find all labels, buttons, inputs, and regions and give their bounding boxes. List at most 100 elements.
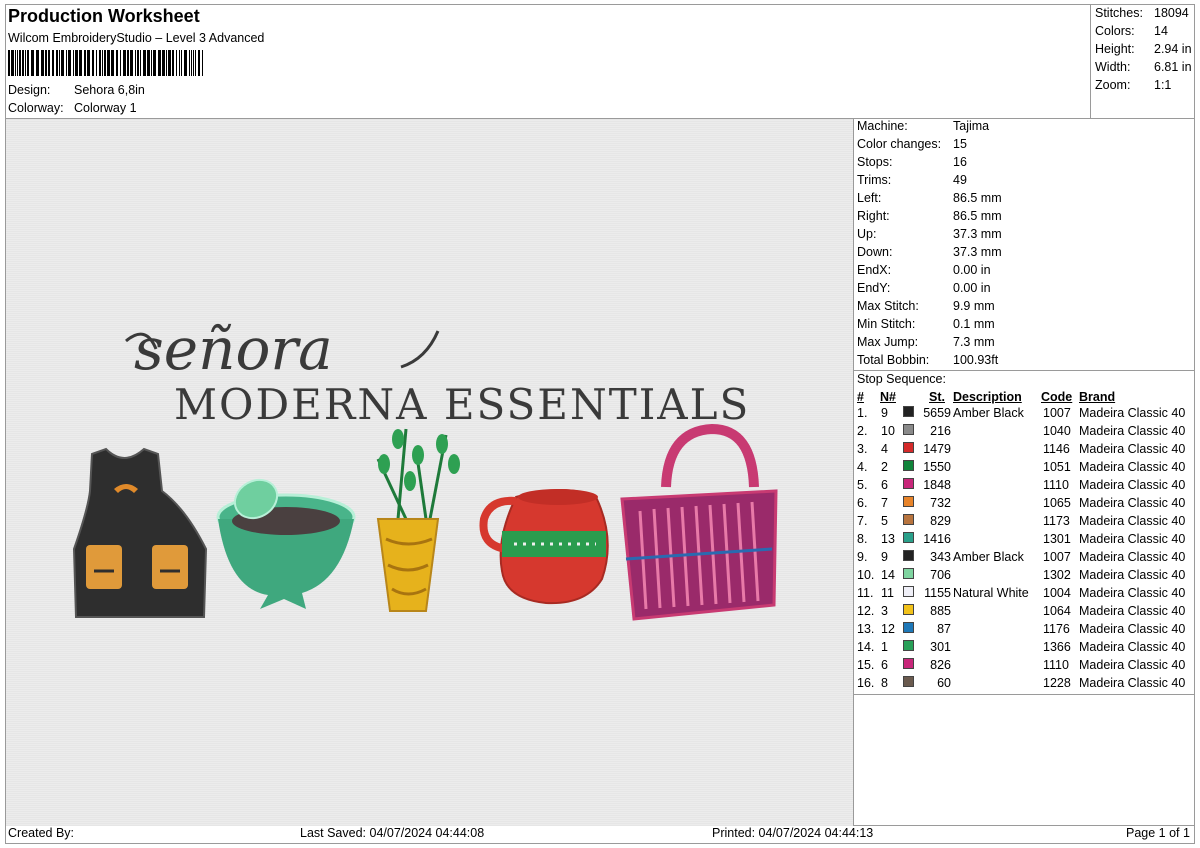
design-value: Sehora 6,8in [74, 83, 145, 97]
plant-basket-icon [376, 428, 460, 612]
stop-code: 1110 [1043, 658, 1069, 672]
color-swatch [903, 676, 914, 687]
stop-brand: Madeira Classic 40 [1079, 424, 1186, 438]
stats-divider [1090, 4, 1091, 118]
molcajete-icon [216, 478, 356, 609]
stop-brand: Madeira Classic 40 [1079, 442, 1186, 456]
stop-num: 14. [857, 640, 875, 654]
machine-row-value: 0.00 in [953, 263, 991, 277]
preview-divider [853, 118, 854, 826]
stop-num: 12. [857, 604, 875, 618]
stop-description: Amber Black [953, 550, 1024, 564]
stop-needle: 7 [881, 496, 888, 510]
col-header-needle: N# [880, 390, 896, 404]
machine-row-value: 49 [953, 173, 967, 187]
stop-stitches: 1550 [923, 460, 951, 474]
machine-row-value: 86.5 mm [953, 209, 1002, 223]
stop-stitches: 1155 [924, 586, 951, 600]
machine-row-label: Machine: [857, 119, 908, 133]
color-swatch [903, 604, 914, 615]
machine-row-value: 37.3 mm [953, 227, 1002, 241]
stop-num: 9. [857, 550, 868, 564]
col-header-stitches: St. [929, 390, 945, 404]
col-header-num: # [857, 390, 864, 404]
page-number: Page 1 of 1 [1126, 826, 1190, 840]
stop-stitches: 1416 [923, 532, 951, 546]
stop-needle: 9 [881, 406, 888, 420]
colorway-label: Colorway: [8, 101, 64, 115]
script-flourish-right [400, 330, 440, 369]
stop-num: 7. [857, 514, 868, 528]
stop-code: 1004 [1043, 586, 1071, 600]
stop-needle: 14 [881, 568, 895, 582]
stop-code: 1040 [1043, 424, 1071, 438]
machine-row-value: 16 [953, 155, 967, 169]
color-swatch [903, 640, 914, 651]
stop-stitches: 5659 [923, 406, 951, 420]
stop-code: 1051 [1043, 460, 1071, 474]
stop-code: 1065 [1043, 496, 1071, 510]
stop-num: 1. [857, 406, 868, 420]
stop-needle: 8 [881, 676, 888, 690]
barcode [8, 50, 203, 76]
machine-row-label: Color changes: [857, 137, 942, 151]
stop-num: 2. [857, 424, 868, 438]
stop-row: 11. 11 1155 Natural White 1004 Madeira Classi… [857, 586, 1195, 604]
machine-row-value: 15 [953, 137, 967, 151]
stop-needle: 10 [881, 424, 895, 438]
machine-row-label: Left: [857, 191, 882, 205]
stop-stitches: 87 [937, 622, 951, 636]
stop-row: 9. 9 343 Amber Black 1007 Madeira Classic 40 [857, 550, 1195, 568]
stop-code: 1064 [1043, 604, 1071, 618]
stop-row: 3. 4 1479 1146 Madeira Classic 40 [857, 442, 1195, 460]
stop-brand: Madeira Classic 40 [1079, 622, 1186, 636]
stop-description: Natural White [953, 586, 1029, 600]
machine-row-value: 86.5 mm [953, 191, 1002, 205]
stop-brand: Madeira Classic 40 [1079, 568, 1186, 582]
machine-row-value: 0.1 mm [953, 317, 995, 331]
col-header-brand: Brand [1079, 390, 1116, 404]
machine-row-label: Min Stitch: [857, 317, 916, 331]
stop-code: 1146 [1043, 442, 1070, 456]
stop-row: 14. 1 301 1366 Madeira Classic 40 [857, 640, 1195, 658]
stop-brand: Madeira Classic 40 [1079, 640, 1186, 654]
stop-needle: 3 [881, 604, 888, 618]
stop-row: 12. 3 885 1064 Madeira Classic 40 [857, 604, 1195, 622]
stop-code: 1176 [1043, 622, 1070, 636]
machine-row-value: 37.3 mm [953, 245, 1002, 259]
color-swatch [903, 460, 914, 471]
stop-needle: 4 [881, 442, 888, 456]
design-preview: señora MODERNA ESSENTIALS [6, 119, 853, 826]
stop-needle: 2 [881, 460, 888, 474]
colorway-value: Colorway 1 [74, 101, 137, 115]
stop-num: 5. [857, 478, 868, 492]
stop-brand: Madeira Classic 40 [1079, 676, 1186, 690]
stop-code: 1007 [1043, 550, 1071, 564]
machine-row-label: Max Jump: [857, 335, 919, 349]
color-swatch [903, 424, 914, 435]
col-header-description: Description [953, 390, 1022, 404]
machine-row-value: Tajima [953, 119, 990, 133]
design-label: Design: [8, 83, 51, 97]
machine-divider [853, 370, 1195, 371]
stop-code: 1173 [1043, 514, 1070, 528]
machine-row-label: Trims: [857, 173, 892, 187]
stop-brand: Madeira Classic 40 [1079, 604, 1186, 618]
stop-stitches: 826 [930, 658, 951, 672]
worksheet-title: Production Worksheet [8, 6, 200, 26]
stop-stitches: 60 [937, 676, 951, 690]
stop-row: 10. 14 706 1302 Madeira Classic 40 [857, 568, 1195, 586]
stop-num: 11. [857, 586, 874, 600]
last-saved: Last Saved: 04/07/2024 04:44:08 [300, 826, 485, 840]
stop-stitches: 1479 [923, 442, 951, 456]
stop-needle: 1 [881, 640, 888, 654]
stop-stitches: 732 [930, 496, 951, 510]
stop-sequence-label: Stop Sequence: [857, 372, 946, 386]
stop-stitches: 1848 [923, 478, 951, 492]
printed-date: Printed: 04/07/2024 04:44:13 [712, 826, 874, 840]
stop-stitches: 216 [930, 424, 951, 438]
machine-row-value: 9.9 mm [953, 299, 995, 313]
color-swatch [903, 514, 914, 525]
stop-row: 16. 8 60 1228 Madeira Classic 40 [857, 676, 1195, 694]
machine-row-label: Max Stitch: [857, 299, 919, 313]
